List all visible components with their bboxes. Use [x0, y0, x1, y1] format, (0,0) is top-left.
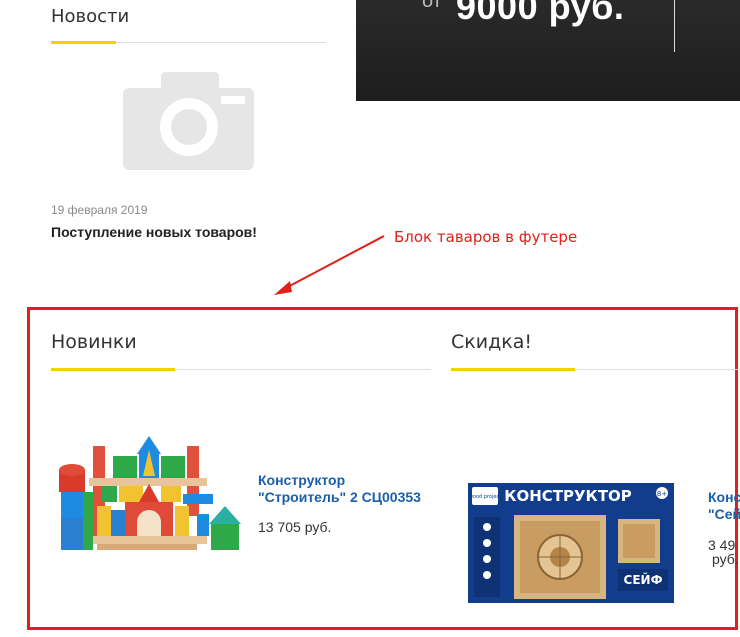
- banner-price-prefix: от: [422, 0, 442, 12]
- sale-products-accent: [451, 368, 575, 371]
- product-price-sale-currency: руб.: [712, 551, 739, 567]
- news-title-accent: [51, 41, 116, 44]
- sale-products-title: Скидка!: [451, 331, 532, 353]
- product-name-line2-sale[interactable]: "Сей: [708, 506, 740, 523]
- sale-products-section: Скидка!: [451, 331, 740, 371]
- box-subtitle: СЕЙФ: [624, 572, 663, 587]
- box-age: 8+: [657, 490, 667, 498]
- product-name-line1-sale[interactable]: Конс: [708, 489, 740, 506]
- box-title: КОНСТРУКТОР: [504, 487, 632, 505]
- product-name-line1[interactable]: Конструктор: [258, 472, 421, 489]
- news-section-title: Новости: [51, 6, 130, 27]
- product-link-stroitel[interactable]: Конструктор "Строитель" 2 СЦ00353: [258, 472, 421, 506]
- box-brand: wood project: [469, 494, 501, 500]
- news-date: 19 февраля 2019: [51, 203, 148, 217]
- product-image-safe-box[interactable]: wood project КОНСТРУКТОР 8+ СЕЙФ: [468, 483, 674, 603]
- news-headline-link[interactable]: Поступление новых товаров!: [51, 224, 257, 240]
- banner-divider: [674, 0, 675, 52]
- banner-price: 9000 руб.: [456, 0, 625, 27]
- annotation-arrow-icon: [274, 235, 385, 295]
- camera-placeholder-icon[interactable]: [123, 72, 254, 170]
- annotation-label: Блок таваров в футере: [394, 228, 578, 246]
- new-products-accent: [51, 368, 175, 371]
- product-link-seif[interactable]: Конс "Сей: [708, 489, 740, 523]
- product-price: 13 705 руб.: [258, 519, 332, 535]
- new-products-title: Новинки: [51, 331, 137, 353]
- product-name-line2[interactable]: "Строитель" 2 СЦ00353: [258, 489, 421, 506]
- product-image-blocks[interactable]: [57, 436, 242, 558]
- promo-banner[interactable]: от 9000 руб.: [356, 0, 740, 101]
- new-products-section: Новинки: [51, 331, 431, 371]
